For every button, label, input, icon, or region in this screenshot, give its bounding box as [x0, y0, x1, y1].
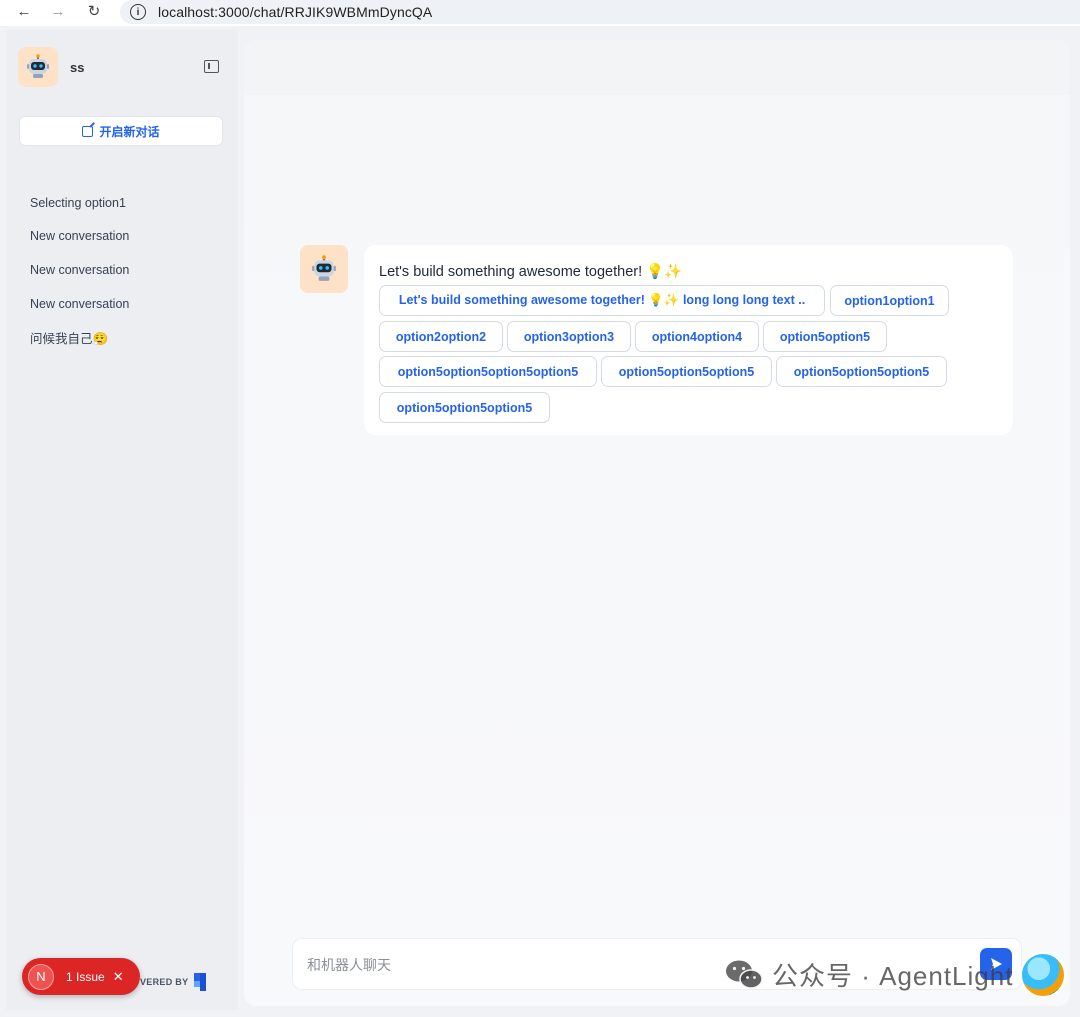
wechat-icon	[726, 960, 763, 989]
arrow-right-icon[interactable]: →	[48, 1, 68, 21]
option-button[interactable]: option2option2	[379, 321, 503, 352]
browser-toolbar: ← → ↻ i localhost:3000/chat/RRJIK9WBMmDy…	[0, 0, 1080, 26]
conversation-item[interactable]: Selecting option1	[30, 186, 129, 220]
conversation-item[interactable]: New conversation	[30, 287, 129, 321]
powered-by-text: VERED BY	[140, 977, 189, 987]
bot-avatar	[300, 245, 348, 293]
watermark-text: 公众号 · AgentLight	[772, 960, 1014, 991]
sidebar-toggle-icon[interactable]	[204, 60, 219, 73]
option-button[interactable]: option5option5option5	[776, 356, 947, 387]
option-button[interactable]: option4option4	[635, 321, 759, 352]
option-button[interactable]: option5option5	[763, 321, 887, 352]
info-icon[interactable]: i	[130, 4, 146, 20]
conversation-list: Selecting option1 New conversation New c…	[30, 186, 129, 354]
reload-icon[interactable]: ↻	[84, 1, 104, 21]
conversation-item[interactable]: New conversation	[30, 253, 129, 287]
powered-by-logo	[194, 973, 208, 991]
bot-avatar	[18, 47, 58, 87]
message-text: Let's build something awesome together! …	[379, 264, 683, 280]
option-button[interactable]: option5option5option5	[379, 392, 550, 423]
issue-badge[interactable]: N 1 Issue ✕	[22, 958, 140, 995]
bot-message: Let's build something awesome together! …	[364, 245, 1013, 435]
user-avatar[interactable]	[1020, 952, 1066, 998]
arrow-left-icon[interactable]: ←	[14, 1, 34, 21]
robot-icon	[312, 255, 336, 281]
watermark: 公众号 · AgentLight	[724, 956, 1013, 992]
option-button[interactable]: Let's build something awesome together! …	[379, 285, 825, 316]
sidebar: ss 开启新对话 Selecting option1 New conversat…	[6, 30, 238, 1010]
option-button[interactable]: option5option5option5	[601, 356, 772, 387]
option-button[interactable]: option1option1	[830, 285, 949, 316]
edit-icon	[82, 125, 94, 137]
chat-panel: Let's build something awesome together! …	[244, 40, 1070, 1006]
bot-name: ss	[70, 60, 85, 75]
option-button[interactable]: option3option3	[507, 321, 631, 352]
new-chat-button[interactable]: 开启新对话	[19, 116, 223, 146]
next-logo-icon: N	[28, 963, 54, 990]
option-button[interactable]: option5option5option5option5	[379, 356, 597, 387]
robot-icon	[27, 54, 49, 78]
url-text: localhost:3000/chat/RRJIK9WBMmDyncQA	[158, 4, 433, 20]
close-icon[interactable]: ✕	[113, 969, 124, 985]
conversation-item[interactable]: New conversation	[30, 220, 129, 254]
new-chat-label: 开启新对话	[99, 124, 160, 139]
conversation-item[interactable]: 问候我自己😮‍💨	[30, 320, 129, 354]
address-bar[interactable]: i localhost:3000/chat/RRJIK9WBMmDyncQA	[120, 0, 1080, 24]
issue-count: 1 Issue	[66, 969, 105, 984]
